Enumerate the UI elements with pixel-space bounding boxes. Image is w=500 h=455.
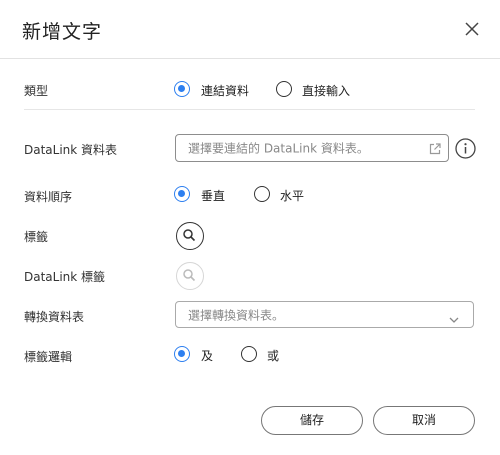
tag-search-button[interactable]: [176, 222, 204, 250]
type-label: 類型: [24, 84, 49, 98]
radio-or-label: 或: [267, 349, 280, 363]
radio-direct-input[interactable]: [276, 81, 292, 97]
radio-vertical[interactable]: [174, 186, 190, 202]
save-button[interactable]: 儲存: [261, 406, 363, 435]
radio-link-data[interactable]: [174, 81, 190, 97]
datalink-table-placeholder: 選擇要連結的 DataLink 資料表。: [188, 141, 369, 156]
datalink-table-field[interactable]: 選擇要連結的 DataLink 資料表。: [175, 134, 449, 162]
datalink-tag-search-button[interactable]: [176, 262, 204, 290]
radio-horizontal-label: 水平: [280, 189, 305, 203]
convert-table-label: 轉換資料表: [24, 310, 85, 324]
tag-label: 標籤: [24, 230, 49, 244]
data-order-label: 資料順序: [24, 190, 73, 204]
section-divider: [24, 109, 475, 110]
radio-vertical-label: 垂直: [201, 189, 226, 203]
chevron-down-icon: [448, 310, 460, 323]
info-icon[interactable]: [455, 138, 476, 159]
dialog-header: 新增文字: [0, 0, 500, 59]
convert-table-select[interactable]: 選擇轉換資料表。: [175, 301, 474, 328]
external-link-icon[interactable]: [428, 141, 442, 155]
datalink-table-label: DataLink 資料表: [24, 143, 118, 157]
add-text-dialog: 新增文字 類型 連結資料 直接輸入 DataLink 資料表 選擇要連結的 Da…: [0, 0, 500, 455]
cancel-button[interactable]: 取消: [373, 406, 475, 435]
convert-table-placeholder: 選擇轉換資料表。: [188, 308, 285, 322]
datalink-tag-label: DataLink 標籤: [24, 270, 106, 284]
tag-logic-label: 標籤邏輯: [24, 350, 73, 364]
radio-link-data-label: 連結資料: [201, 84, 250, 98]
radio-horizontal[interactable]: [254, 186, 270, 202]
dialog-title: 新增文字: [22, 21, 103, 43]
radio-or[interactable]: [241, 346, 257, 362]
radio-and[interactable]: [174, 346, 190, 362]
radio-and-label: 及: [201, 349, 214, 363]
radio-direct-input-label: 直接輸入: [302, 84, 351, 98]
close-icon[interactable]: [461, 18, 483, 40]
